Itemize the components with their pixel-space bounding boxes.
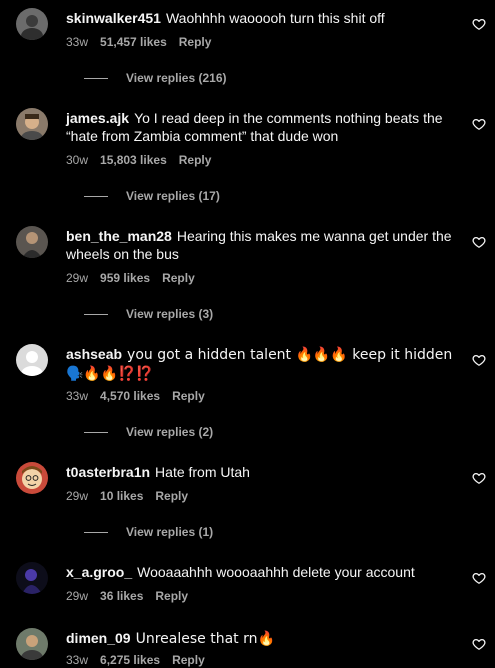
comment-text: you got a hidden talent 🔥🔥🔥 keep it hidd… [66,347,453,382]
comment-username[interactable]: ashseab [66,346,122,362]
avatar-image [16,108,48,140]
comment-likes[interactable]: 10 likes [100,489,143,503]
comment-likes[interactable]: 959 likes [100,271,150,285]
comment-username[interactable]: james.ajk [66,110,129,126]
view-replies-button[interactable]: View replies (216) [84,70,227,86]
reply-button[interactable]: Reply [155,589,188,603]
comment-age: 30w [66,153,89,167]
avatar[interactable] [16,562,48,594]
heart-icon[interactable] [472,471,486,485]
comment-meta: 33w 6,275 likes Reply [66,652,217,668]
replies-divider-line [84,532,108,534]
default-avatar-icon [16,344,48,376]
comment-body: skinwalker451 Waohhhh waooooh turn this s… [66,9,461,27]
avatar-image [16,462,48,494]
comment-meta: 29w 959 likes Reply [66,270,207,286]
comment-body: ben_the_man28 Hearing this makes me wanna… [66,227,461,263]
comment-age: 33w [66,653,89,667]
replies-divider-line [84,78,108,80]
comment-age: 29w [66,489,89,503]
avatar-image [16,8,48,40]
comment-likes[interactable]: 51,457 likes [100,35,167,49]
view-replies-button[interactable]: View replies (3) [84,306,213,322]
comment-likes[interactable]: 4,570 likes [100,389,160,403]
reply-button[interactable]: Reply [172,653,205,667]
comment-meta: 29w 36 likes Reply [66,588,200,604]
reply-button[interactable]: Reply [155,489,188,503]
comment-body: ashseab you got a hidden talent 🔥🔥🔥 keep … [66,345,461,383]
heart-icon[interactable] [472,235,486,249]
comment-text: Wooaaahhh woooaahhh delete your account [137,564,415,580]
avatar-image [16,562,48,594]
comment-age: 29w [66,589,89,603]
comment-meta: 29w 10 likes Reply [66,488,200,504]
comment-username[interactable]: dimen_09 [66,630,131,646]
reply-button[interactable]: Reply [162,271,195,285]
replies-divider-line [84,314,108,316]
avatar[interactable] [16,462,48,494]
comment-body: dimen_09 Unrealese that rn🔥 [66,629,461,648]
heart-icon[interactable] [472,571,486,585]
reply-button[interactable]: Reply [179,35,212,49]
view-replies-button[interactable]: View replies (2) [84,424,213,440]
avatar[interactable] [16,8,48,40]
comment-body: x_a.groo_ Wooaaahhh woooaahhh delete your… [66,563,461,581]
comment-likes[interactable]: 6,275 likes [100,653,160,667]
comment-meta: 30w 15,803 likes Reply [66,152,223,168]
avatar[interactable] [16,226,48,258]
comment-username[interactable]: skinwalker451 [66,10,161,26]
comment-username[interactable]: x_a.groo_ [66,564,132,580]
comment-age: 33w [66,389,89,403]
comment-text: Hate from Utah [155,464,250,480]
comment-meta: 33w 51,457 likes Reply [66,34,223,50]
avatar[interactable] [16,344,48,376]
comment-body: james.ajk Yo I read deep in the comments … [66,109,461,145]
view-replies-label: View replies (216) [126,71,227,85]
reply-button[interactable]: Reply [172,389,205,403]
comment-likes[interactable]: 15,803 likes [100,153,167,167]
view-replies-button[interactable]: View replies (17) [84,188,220,204]
view-replies-label: View replies (2) [126,425,214,439]
comment-likes[interactable]: 36 likes [100,589,143,603]
reply-button[interactable]: Reply [179,153,212,167]
avatar[interactable] [16,108,48,140]
replies-divider-line [84,432,108,434]
comment-username[interactable]: t0asterbra1n [66,464,150,480]
comment-text: Waohhhh waooooh turn this shit off [165,10,385,26]
comment-age: 29w [66,271,89,285]
avatar-image [16,628,48,660]
comment-body: t0asterbra1n Hate from Utah [66,463,461,481]
replies-divider-line [84,196,108,198]
comment-age: 33w [66,35,89,49]
comment-text: Unrealese that rn🔥 [135,631,275,647]
view-replies-button[interactable]: View replies (1) [84,524,213,540]
heart-icon[interactable] [472,17,486,31]
view-replies-label: View replies (17) [126,189,220,203]
view-replies-label: View replies (1) [126,525,214,539]
avatar-image [16,226,48,258]
comment-username[interactable]: ben_the_man28 [66,228,172,244]
comment-meta: 33w 4,570 likes Reply [66,388,217,404]
heart-icon[interactable] [472,117,486,131]
avatar[interactable] [16,628,48,660]
heart-icon[interactable] [472,353,486,367]
view-replies-label: View replies (3) [126,307,214,321]
heart-icon[interactable] [472,637,486,651]
